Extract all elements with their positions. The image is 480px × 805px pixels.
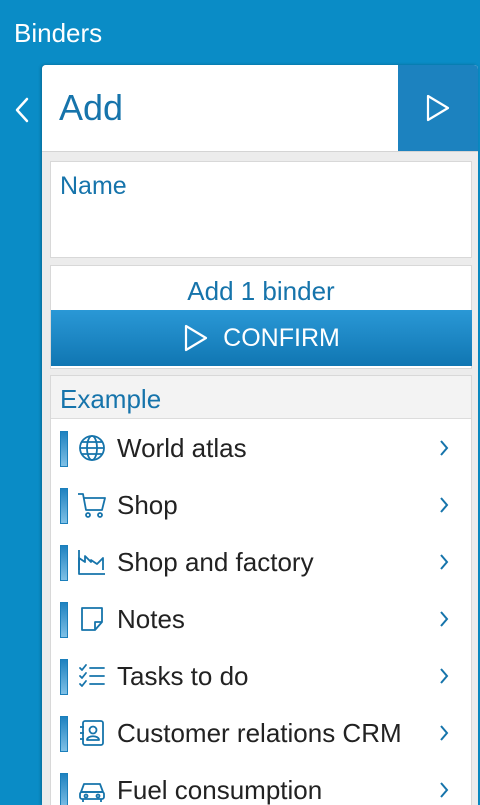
proceed-button[interactable] — [398, 65, 478, 151]
summary-box: Add 1 binder CONFIRM — [50, 265, 472, 369]
level-bar — [60, 716, 68, 752]
name-field[interactable]: Name — [50, 161, 472, 258]
note-icon — [77, 604, 107, 634]
list-item-label: Shop — [117, 490, 178, 520]
app-title: Binders — [14, 18, 103, 48]
list-item-label: Tasks to do — [117, 661, 249, 691]
list-item-label: Fuel consumption — [117, 775, 323, 805]
list-item-customer-relations-crm[interactable]: Customer relations CRM — [51, 704, 471, 761]
level-bar — [60, 431, 68, 467]
chevron-right-icon — [440, 782, 449, 798]
checklist-icon — [77, 661, 107, 691]
cart-icon — [77, 490, 107, 520]
add-panel: Add Name Add 1 binder CONFIRM Example Wo… — [42, 65, 478, 805]
list-item-notes[interactable]: Notes — [51, 590, 471, 647]
example-list: Example World atlas Shop Shop and factor… — [50, 375, 472, 805]
chevron-right-icon — [440, 668, 449, 684]
list-header-label: Example — [60, 384, 162, 414]
binder-count-text: Add 1 binder — [187, 276, 335, 306]
confirm-button[interactable]: CONFIRM — [51, 310, 472, 366]
panel-header: Add — [42, 65, 478, 152]
chevron-left-icon — [15, 97, 29, 123]
level-bar — [60, 488, 68, 524]
chevron-right-icon — [440, 497, 449, 513]
confirm-button-label: CONFIRM — [223, 323, 340, 352]
back-button[interactable] — [8, 92, 36, 128]
list-item-tasks-to-do[interactable]: Tasks to do — [51, 647, 471, 704]
list-item-fuel-consumption[interactable]: Fuel consumption — [51, 761, 471, 805]
name-field-label: Name — [60, 172, 127, 200]
globe-icon — [77, 433, 107, 463]
panel-title: Add — [59, 87, 124, 128]
list-item-label: World atlas — [117, 433, 247, 463]
list-item-world-atlas[interactable]: World atlas — [51, 419, 471, 476]
app-header: Binders — [0, 0, 480, 64]
chevron-right-icon — [440, 611, 449, 627]
chevron-right-icon — [440, 725, 449, 741]
list-item-shop-and-factory[interactable]: Shop and factory — [51, 533, 471, 590]
list-header: Example — [51, 376, 471, 419]
level-bar — [60, 602, 68, 638]
car-icon — [77, 775, 107, 805]
list-item-shop[interactable]: Shop — [51, 476, 471, 533]
chevron-right-icon — [440, 440, 449, 456]
contact-card-icon — [77, 718, 107, 748]
level-bar — [60, 659, 68, 695]
level-bar — [60, 773, 68, 805]
chevron-right-icon — [440, 554, 449, 570]
factory-icon — [77, 547, 107, 577]
list-item-label: Notes — [117, 604, 185, 634]
list-item-label: Customer relations CRM — [117, 718, 402, 748]
level-bar — [60, 545, 68, 581]
play-icon — [426, 94, 450, 122]
list-item-label: Shop and factory — [117, 547, 314, 577]
play-icon — [185, 324, 208, 352]
